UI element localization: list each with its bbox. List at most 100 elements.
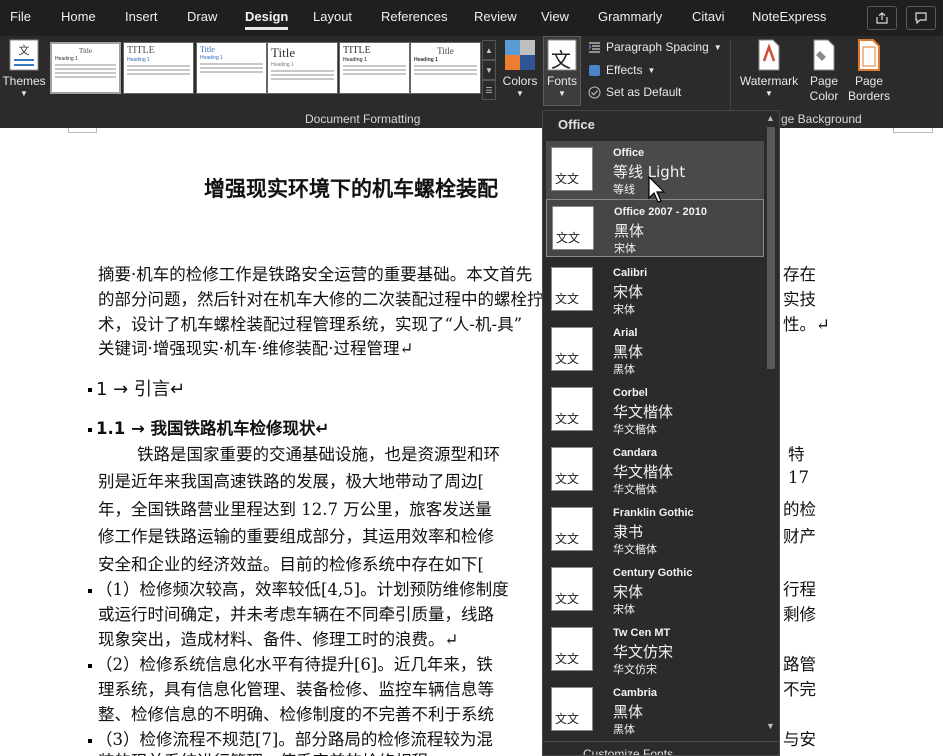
font-item-arial[interactable]: 文文 Arial 黑体 黑体 — [546, 321, 764, 379]
tab-references[interactable]: References — [381, 9, 447, 24]
font-item-century-gothic[interactable]: 文文 Century Gothic 宋体 宋体 — [546, 561, 764, 619]
font-item-calibri[interactable]: 文文 Calibri 宋体 宋体 — [546, 261, 764, 319]
font-preview: 文文 — [551, 387, 593, 431]
style-set-thumb-4[interactable]: Title Heading 1 — [267, 42, 338, 94]
thumb-title: Title — [437, 46, 454, 56]
paragraph-mark — [88, 738, 92, 743]
chevron-down-icon: ▼ — [516, 89, 524, 98]
font-item-office-2007-2010[interactable]: 文文 Office 2007 - 2010 黑体 宋体 — [546, 199, 764, 257]
fonts-button-content[interactable]: 文 Fonts ▼ — [543, 38, 581, 99]
tab-draw[interactable]: Draw — [187, 9, 217, 24]
chevron-up-icon[interactable]: ▲ — [482, 40, 496, 60]
body-line[interactable]: 理系统，具有信息化管理、装备检修、监控车辆信息等 — [98, 676, 494, 700]
font-name: Calibri — [613, 267, 648, 279]
thumb-heading: Heading 1 — [200, 55, 223, 61]
mouse-pointer-icon — [648, 176, 666, 203]
abstract-line[interactable]: 的部分问题，然后针对在机车大修的二次装配过程中的螺栓拧 — [98, 286, 544, 310]
tab-layout[interactable]: Layout — [313, 9, 352, 24]
scrollbar-thumb[interactable] — [767, 127, 775, 369]
heading-1[interactable]: 1 → 引言↵ — [88, 375, 185, 401]
font-heading: 华文楷体 — [613, 463, 674, 481]
body-line[interactable]: 年，全国铁路营业里程达到 12.7 万公里，旅客发送量 — [98, 496, 492, 520]
style-set-thumb-3[interactable]: Title Heading 1 — [196, 42, 267, 94]
ribbon: 文 Themes ▼ Title Heading 1 TITLE Heading… — [0, 36, 943, 128]
font-item-candara[interactable]: 文文 Candara 华文楷体 华文楷体 — [546, 441, 764, 499]
body-line-tail[interactable]: 特 — [788, 441, 805, 465]
body-line[interactable]: 装的现并系统进行管理，使手空美的检修相程 — [98, 748, 428, 756]
paragraph-spacing-button[interactable]: Paragraph Spacing ▼ — [588, 40, 722, 54]
body-line-tail[interactable]: 17 — [788, 468, 809, 487]
customize-fonts-item[interactable]: Customize Fonts... — [583, 747, 683, 755]
font-preview: 文文 — [551, 567, 593, 611]
list-item-3[interactable]: （3）检修流程不规范[7]。部分路局的检修流程较为混 — [88, 726, 493, 750]
style-set-thumb-1[interactable]: Title Heading 1 — [50, 42, 121, 94]
more-icon[interactable]: ☰ — [482, 80, 496, 100]
document-canvas[interactable]: 增强现实环境下的机车螺栓装配 摘要·机车的检修工作是铁路安全运营的重要基础。本文… — [0, 128, 943, 756]
gallery-scroll[interactable]: ▲ ▼ ☰ — [482, 40, 496, 100]
body-line[interactable]: 现象突出，造成材料、备件、修理工时的浪费。↵ — [98, 626, 458, 650]
tab-design[interactable]: Design — [245, 9, 289, 30]
body-line[interactable]: 整、检修信息的不明确、检修制度的不完善不利于系统 — [98, 701, 494, 725]
page-borders-button[interactable]: Page Borders — [846, 38, 892, 104]
document-title[interactable]: 增强现实环境下的机车螺栓装配 — [204, 173, 498, 203]
font-preview: 文文 — [552, 206, 594, 250]
body-line-tail[interactable]: 行程 — [783, 576, 816, 600]
body-line-tail[interactable]: 路管 — [783, 651, 816, 675]
style-set-thumb-5[interactable]: TITLE Heading 1 — [339, 42, 410, 94]
body-line[interactable]: 或运行时间确定，并未考虑车辆在不同牵引质量，线路 — [98, 601, 494, 625]
share-button[interactable] — [867, 6, 897, 30]
effects-icon — [589, 64, 600, 76]
effects-button[interactable]: Effects ▼ — [588, 63, 655, 77]
tab-view[interactable]: View — [541, 9, 569, 24]
thumb-heading: Heading 1 — [127, 57, 150, 63]
body-line[interactable]: 别是近年来我国高速铁路的发展，极大地带动了周边[ — [98, 468, 484, 492]
abstract-line-tail[interactable]: 存在 — [783, 261, 816, 285]
watermark-button[interactable]: Watermark ▼ — [738, 38, 800, 99]
page-corner-mark — [68, 128, 97, 133]
body-line-tail[interactable]: 剩修 — [783, 601, 816, 625]
tab-citavi[interactable]: Citavi — [692, 9, 725, 24]
thumb-title: Title — [271, 45, 296, 60]
body-line-tail[interactable]: 的检 — [783, 496, 816, 520]
style-set-thumb-6[interactable]: Title Heading 1 — [410, 42, 481, 94]
tab-file[interactable]: File — [10, 9, 31, 24]
font-body: 华文楷体 — [613, 483, 657, 496]
comments-button[interactable] — [906, 6, 936, 30]
body-line[interactable]: 修工作是铁路运输的重要组成部分，其运用效率和检修 — [98, 523, 494, 547]
keywords-line[interactable]: 关键词·增强现实·机车·维修装配·过程管理↵ — [98, 335, 413, 359]
tab-review[interactable]: Review — [474, 9, 517, 24]
body-line-tail[interactable]: 不完 — [783, 676, 816, 700]
paragraph-spacing-label: Paragraph Spacing — [606, 40, 709, 54]
heading-2[interactable]: 1.1 → 我国铁路机车检修现状↵ — [88, 415, 329, 439]
font-item-tw-cen-mt[interactable]: 文文 Tw Cen MT 华文仿宋 华文仿宋 — [546, 621, 764, 679]
abstract-line-tail[interactable]: 性。↵ — [783, 311, 830, 335]
style-set-thumb-2[interactable]: TITLE Heading 1 — [123, 42, 194, 94]
body-line[interactable]: 铁路是国家重要的交通基础设施，也是资源型和环 — [137, 441, 500, 465]
font-item-franklin-gothic[interactable]: 文文 Franklin Gothic 隶书 华文楷体 — [546, 501, 764, 559]
dropdown-scrollbar[interactable]: ▲ ▼ — [764, 113, 778, 735]
colors-button[interactable]: Colors ▼ — [500, 38, 540, 99]
scroll-down-arrow-icon[interactable]: ▼ — [766, 721, 775, 731]
font-item-cambria[interactable]: 文文 Cambria 黑体 黑体 — [546, 681, 764, 739]
abstract-line[interactable]: 术，设计了机车螺栓装配过程管理系统，实现了“人-机-具” — [98, 311, 522, 335]
body-line-tail[interactable]: 财产 — [783, 523, 816, 547]
abstract-line-tail[interactable]: 实技 — [783, 286, 816, 310]
tab-home[interactable]: Home — [61, 9, 96, 24]
tab-insert[interactable]: Insert — [125, 9, 158, 24]
list-item-2[interactable]: （2）检修系统信息化水平有待提升[6]。近几年来，铁 — [88, 651, 493, 675]
abstract-line[interactable]: 摘要·机车的检修工作是铁路安全运营的重要基础。本文首先 — [98, 261, 532, 285]
page-color-button[interactable]: Page Color — [802, 38, 846, 104]
body-line-tail[interactable]: 与安 — [783, 726, 816, 750]
font-body: 等线 — [613, 183, 635, 196]
scroll-up-arrow-icon[interactable]: ▲ — [766, 113, 775, 123]
tab-grammarly[interactable]: Grammarly — [598, 9, 662, 24]
chevron-down-icon[interactable]: ▼ — [482, 60, 496, 80]
set-as-default-button[interactable]: Set as Default — [588, 85, 681, 99]
tab-noteexpress[interactable]: NoteExpress — [752, 9, 826, 24]
themes-button[interactable]: 文 Themes ▼ — [2, 38, 46, 99]
list-item-1[interactable]: （1）检修频次较高，效率较低[4,5]。计划预防维修制度 — [88, 576, 509, 600]
body-line[interactable]: 安全和企业的经济效益。目前的检修系统中存在如下[ — [98, 551, 484, 575]
thumb-title: Title — [200, 45, 215, 54]
paragraph-mark — [88, 588, 92, 593]
font-item-corbel[interactable]: 文文 Corbel 华文楷体 华文楷体 — [546, 381, 764, 439]
